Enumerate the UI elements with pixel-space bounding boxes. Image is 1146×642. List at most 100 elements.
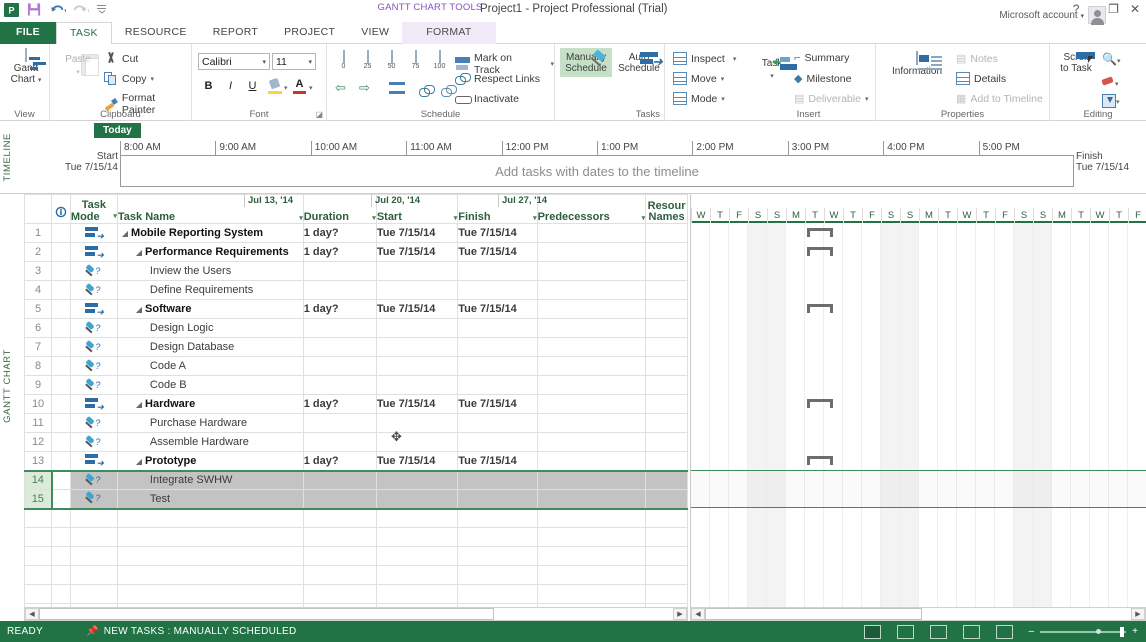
cell-task-mode[interactable]: ? <box>69 318 118 338</box>
cell-duration[interactable] <box>302 318 377 338</box>
row-number[interactable]: 13 <box>24 451 53 471</box>
cell-predecessors[interactable] <box>536 356 647 376</box>
gantt-chart-view-icon[interactable] <box>863 624 881 639</box>
outdent-task-icon[interactable]: ⇦ <box>335 80 346 96</box>
header-resource-names[interactable]: Resour Names <box>645 194 688 224</box>
cell-finish[interactable] <box>457 261 538 281</box>
cell-task-mode[interactable]: ➜ <box>69 299 118 319</box>
summary-task-bar[interactable] <box>807 456 833 465</box>
table-row[interactable]: 11? Purchase Hardware <box>24 413 688 433</box>
cell-task-mode[interactable]: ? <box>69 432 118 452</box>
cell-indicator[interactable] <box>51 413 71 433</box>
gantt-chart-body[interactable] <box>691 223 1146 621</box>
cell-task-name[interactable] <box>116 546 304 566</box>
cell-task-mode[interactable]: ? <box>69 356 118 376</box>
collapse-triangle-icon[interactable]: ◢ <box>122 229 128 238</box>
cell-start[interactable] <box>375 261 459 281</box>
cell-task-name[interactable]: ◢ Mobile Reporting System <box>116 223 304 243</box>
font-size-select[interactable]: 11 ▾ <box>272 53 316 70</box>
cell-finish[interactable]: Tue 7/15/14 <box>457 299 538 319</box>
cell-resource-names[interactable] <box>645 337 688 357</box>
cell-predecessors[interactable] <box>536 337 647 357</box>
scroll-to-task-button[interactable]: Scroll to Task <box>1055 50 1097 74</box>
cell-start[interactable] <box>375 565 459 585</box>
cell-start[interactable] <box>375 337 459 357</box>
font-color-icon[interactable]: A <box>292 78 307 95</box>
cell-task-mode[interactable]: ? <box>69 375 118 395</box>
cell-duration[interactable] <box>302 337 377 357</box>
cell-indicator[interactable] <box>50 489 71 510</box>
cell-start[interactable] <box>375 489 459 510</box>
cell-task-name[interactable]: Design Logic <box>116 318 304 338</box>
tab-resource[interactable]: RESOURCE <box>112 22 200 44</box>
row-number[interactable]: 1 <box>24 223 53 243</box>
table-empty-row[interactable] <box>24 546 688 566</box>
collapse-triangle-icon[interactable]: ◢ <box>136 248 142 257</box>
cell-task-mode[interactable]: ? <box>69 280 118 300</box>
scroll-left-arrow-icon[interactable]: ◀ <box>25 608 39 620</box>
header-task-mode[interactable]: Task Mode ▾ <box>69 194 118 224</box>
row-number[interactable]: 15 <box>24 489 53 510</box>
cell-duration[interactable] <box>302 584 377 604</box>
cell-task-mode[interactable] <box>69 546 118 566</box>
cell-task-name[interactable]: ◢ Hardware <box>116 394 304 414</box>
fill-down-icon[interactable]: ▾ <box>1102 94 1120 108</box>
team-planner-view-icon[interactable] <box>929 624 947 639</box>
cell-indicator[interactable] <box>51 261 71 281</box>
cell-task-mode[interactable]: ? <box>69 469 118 490</box>
cell-duration[interactable] <box>302 356 377 376</box>
zoom-slider[interactable]: – + <box>1029 626 1138 637</box>
cell-resource-names[interactable] <box>645 546 688 566</box>
cell-task-name[interactable]: ◢ Software <box>116 299 304 319</box>
reports-view-icon[interactable] <box>995 624 1013 639</box>
cell-duration[interactable]: 1 day? <box>302 299 377 319</box>
percent-100-button[interactable]: 100 <box>429 50 450 71</box>
row-number[interactable]: 12 <box>24 432 53 452</box>
cell-resource-names[interactable] <box>645 565 688 585</box>
cell-task-name[interactable]: Code A <box>116 356 304 376</box>
cell-predecessors[interactable] <box>536 489 647 510</box>
header-indicators[interactable]: 🛈 <box>51 194 71 224</box>
cell-start[interactable]: Tue 7/15/14 <box>375 394 459 414</box>
cell-resource-names[interactable] <box>645 432 688 452</box>
copy-button[interactable]: Copy ▾ <box>104 72 154 86</box>
status-new-tasks[interactable]: 📌 NEW TASKS : MANUALLY SCHEDULED <box>86 626 297 637</box>
cell-resource-names[interactable] <box>645 508 688 528</box>
deliverable-button[interactable]: ▤ Deliverable ▾ <box>794 92 868 106</box>
cell-indicator[interactable] <box>51 375 71 395</box>
tab-task[interactable]: TASK <box>55 22 112 45</box>
underline-button[interactable]: U <box>244 78 261 95</box>
background-color-caret-icon[interactable]: ▾ <box>284 84 288 92</box>
cell-start[interactable]: Tue 7/15/14 <box>375 242 459 262</box>
cell-task-mode[interactable] <box>69 565 118 585</box>
table-row[interactable]: 14? Integrate SWHW <box>24 469 688 490</box>
table-row[interactable]: 10 ➜ ◢ Hardware 1 day? Tue 7/15/14 Tue 7/15/14 <box>24 394 688 414</box>
table-scroll-thumb[interactable] <box>39 608 494 620</box>
cell-resource-names[interactable] <box>645 489 688 510</box>
cell-finish[interactable] <box>457 546 538 566</box>
summary-button[interactable]: ⌐ Summary <box>794 52 849 64</box>
font-dialog-launcher-icon[interactable]: ◪ <box>315 110 323 119</box>
cell-indicator[interactable] <box>51 451 71 471</box>
cell-task-name[interactable]: Test <box>116 489 304 510</box>
table-row[interactable]: 7? Design Database <box>24 337 688 357</box>
cell-duration[interactable] <box>302 375 377 395</box>
cell-duration[interactable] <box>302 280 377 300</box>
cell-predecessors[interactable] <box>536 242 647 262</box>
table-horizontal-scrollbar[interactable]: ◀ ▶ <box>24 607 688 621</box>
cell-duration[interactable] <box>302 546 377 566</box>
cell-task-mode[interactable]: ? <box>69 489 118 510</box>
cell-indicator[interactable] <box>51 280 71 300</box>
table-row[interactable]: 12? Assemble Hardware <box>24 432 688 452</box>
auto-schedule-button[interactable]: ➜ Auto Schedule <box>615 50 663 74</box>
cell-indicator[interactable] <box>51 508 71 528</box>
percent-75-button[interactable]: 75 <box>405 50 426 71</box>
table-empty-row[interactable] <box>24 527 688 547</box>
cell-predecessors[interactable] <box>536 546 647 566</box>
cell-finish[interactable] <box>457 489 538 510</box>
background-color-icon[interactable] <box>268 77 283 95</box>
row-number[interactable]: 3 <box>24 261 53 281</box>
undo-icon[interactable]: ▾ <box>50 2 67 18</box>
tab-format[interactable]: FORMAT <box>402 22 496 44</box>
table-row[interactable]: 3? Inview the Users <box>24 261 688 281</box>
